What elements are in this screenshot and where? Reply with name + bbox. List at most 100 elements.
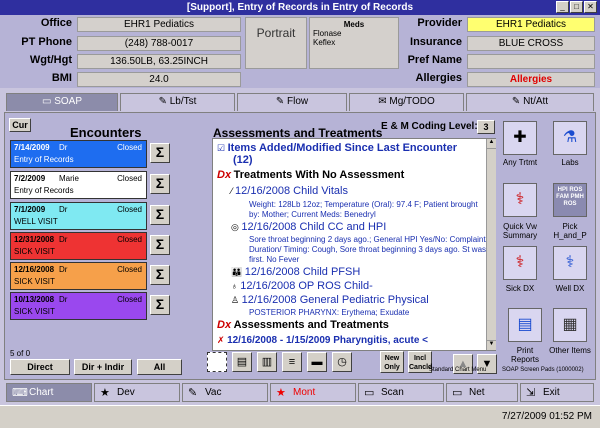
tab-chart[interactable]: ⌨ Chart <box>6 383 92 402</box>
assessment-scrollbar[interactable]: ▲ ▼ <box>486 139 496 350</box>
maximize-button[interactable]: □ <box>570 1 583 13</box>
tab-scan[interactable]: ▭ Scan <box>358 383 444 402</box>
monitor-icon: ▭ <box>452 387 463 399</box>
tab-flow[interactable]: ✎ Flow <box>237 93 347 111</box>
print-reports-icon[interactable]: ▤ <box>508 308 542 342</box>
list-item[interactable]: ⁄ 12/16/2008 Child Vitals <box>231 185 495 197</box>
layout1-icon[interactable]: ▤ <box>232 352 252 372</box>
layout2-icon[interactable]: ▥ <box>257 352 277 372</box>
thermometer-icon: ⁄ <box>231 186 233 196</box>
caduceus-icon[interactable]: ⚕ <box>503 183 537 217</box>
tab-mont[interactable]: ★ Mont <box>270 383 356 402</box>
assessment-list[interactable]: ☑ Items Added/Modified Since Last Encoun… <box>212 138 496 351</box>
sum-button[interactable]: Σ <box>150 205 170 225</box>
select-icon[interactable] <box>207 352 227 372</box>
encounter-item[interactable]: 7/14/2009 Dr Closed Entry of Records <box>10 140 147 168</box>
cc-detail: Sore throat beginning 2 days ago.; Gener… <box>249 235 488 264</box>
tab-vac[interactable]: ✎ Vac <box>182 383 268 402</box>
encounter-item[interactable]: 12/16/2008 Dr Closed SICK VISIT <box>10 262 147 290</box>
labs-icon[interactable]: ⚗ <box>553 121 587 155</box>
list-item[interactable]: ◎ 12/16/2008 Child CC and HPI <box>231 221 495 233</box>
sum-button[interactable]: Σ <box>150 295 170 315</box>
close-button[interactable]: ✕ <box>584 1 597 13</box>
scroll-down-icon[interactable]: ▼ <box>487 340 496 350</box>
meds-box[interactable]: Meds Flonase Keflex <box>309 17 399 69</box>
pick-hp-icon[interactable]: HPI ROS FAM PMH ROS <box>553 183 587 217</box>
tab-nt-att[interactable]: ✎ Nt/Att <box>466 93 594 111</box>
encounter-type: Entry of Records <box>14 186 74 195</box>
dir-indir-button[interactable]: Dir + Indir <box>74 359 132 375</box>
lines-icon[interactable]: ≡ <box>282 352 302 372</box>
any-treatment-icon[interactable]: ✚ <box>503 121 537 155</box>
tab-mg-todo[interactable]: ✉ Mg/TODO <box>349 93 464 111</box>
allergies-label: Allergies <box>415 72 462 84</box>
encounter-status: Closed <box>117 295 142 304</box>
encounter-doctor: Dr <box>59 143 68 152</box>
vitals-detail: Weight: 128Lb 12oz; Temperature (Oral): … <box>249 200 478 219</box>
pick-hp-label: Pick H_and_P <box>553 222 587 240</box>
encounter-status: Closed <box>117 143 142 152</box>
status-bar: 7/27/2009 01:52 PM <box>0 405 600 428</box>
encounter-item[interactable]: 7/1/2009 Dr Closed WELL VISIT <box>10 202 147 230</box>
bmi-label: BMI <box>51 72 72 84</box>
meds-label: Meds <box>343 20 365 29</box>
wgt-value: 136.50LB, 63.25INCH <box>77 54 241 69</box>
list-item[interactable]: Dx Treatments With No Assessment <box>217 169 489 181</box>
encounter-date: 12/31/2008 <box>14 235 55 244</box>
tab-exit[interactable]: ⇲ Exit <box>520 383 594 402</box>
tab-soap[interactable]: ▭ SOAP <box>6 93 118 111</box>
direct-button[interactable]: Direct <box>10 359 70 375</box>
portrait-box[interactable]: Portrait <box>245 17 307 69</box>
sum-button[interactable]: Σ <box>150 235 170 255</box>
encounter-item[interactable]: 12/31/2008 Dr Closed SICK VISIT <box>10 232 147 260</box>
list-item[interactable]: ✗ 12/16/2008 - 1/15/2009 Pharyngitis, ac… <box>217 335 489 346</box>
sick-dx-icon[interactable]: ⚕ <box>503 246 537 280</box>
new-only-button[interactable]: New Only <box>380 351 404 373</box>
sum-button[interactable]: Σ <box>150 143 170 163</box>
dx-icon: Dx <box>217 319 232 331</box>
list-item[interactable]: ♙ 12/16/2008 General Pediatric Physical <box>231 294 495 306</box>
provider-label: Provider <box>417 17 462 29</box>
list-item[interactable]: 👪 12/16/2008 Child PFSH <box>231 266 495 278</box>
encounter-doctor: Dr <box>59 235 68 244</box>
window-title: [Support], Entry of Records in Entry of … <box>0 0 600 15</box>
page-info: 5 of 0 <box>10 349 31 358</box>
tab-net[interactable]: ▭ Net <box>446 383 518 402</box>
list-item[interactable]: Dx Assessments and Treatments <box>217 319 489 331</box>
minimize-button[interactable]: _ <box>556 1 569 13</box>
status-datetime: 7/27/2009 01:52 PM <box>501 411 592 422</box>
encounter-item[interactable]: 10/13/2008 Dr Closed SICK VISIT <box>10 292 147 320</box>
bmi-value: 24.0 <box>77 72 241 87</box>
prefname-value <box>467 54 595 69</box>
list-item[interactable]: ♁ 12/16/2008 OP ROS Child- <box>231 280 495 292</box>
encounter-doctor: Dr <box>59 295 68 304</box>
encounter-doctor: Dr <box>59 205 68 214</box>
tab-lb-tst[interactable]: ✎ Lb/Tst <box>120 93 235 111</box>
all-button[interactable]: All <box>137 359 182 375</box>
well-dx-icon[interactable]: ⚕ <box>553 246 587 280</box>
tab-dev[interactable]: ★ Dev <box>94 383 180 402</box>
exit-icon: ⇲ <box>526 387 536 399</box>
cur-button[interactable]: Cur <box>9 118 31 132</box>
encounter-date: 10/13/2008 <box>14 295 55 304</box>
scroll-up-icon[interactable]: ▲ <box>487 139 496 149</box>
coding-level-value[interactable]: 3 <box>477 120 495 134</box>
block-icon[interactable]: ▬ <box>307 352 327 372</box>
encounter-doctor: Dr <box>59 265 68 274</box>
figure-icon: ♙ <box>231 295 240 305</box>
clock-icon[interactable]: ◷ <box>332 352 352 372</box>
list-item[interactable]: ☑ Items Added/Modified Since Last Encoun… <box>217 142 489 166</box>
encounter-date: 7/1/2009 <box>14 205 46 214</box>
encounter-doctor: Marie <box>59 174 80 183</box>
provider-value: EHR1 Pediatics <box>467 17 595 32</box>
encounter-status: Closed <box>117 174 142 183</box>
star-icon: ★ <box>276 387 286 399</box>
sum-button[interactable]: Σ <box>150 265 170 285</box>
pen-icon: ✎ <box>511 96 524 107</box>
encounter-item[interactable]: 7/2/2009 Marie Closed Entry of Records <box>10 171 147 199</box>
encounter-type: WELL VISIT <box>14 217 58 226</box>
allergies-value[interactable]: Allergies <box>467 72 595 87</box>
other-items-icon[interactable]: ▦ <box>553 308 587 342</box>
encounter-status: Closed <box>117 205 142 214</box>
sum-button[interactable]: Σ <box>150 174 170 194</box>
